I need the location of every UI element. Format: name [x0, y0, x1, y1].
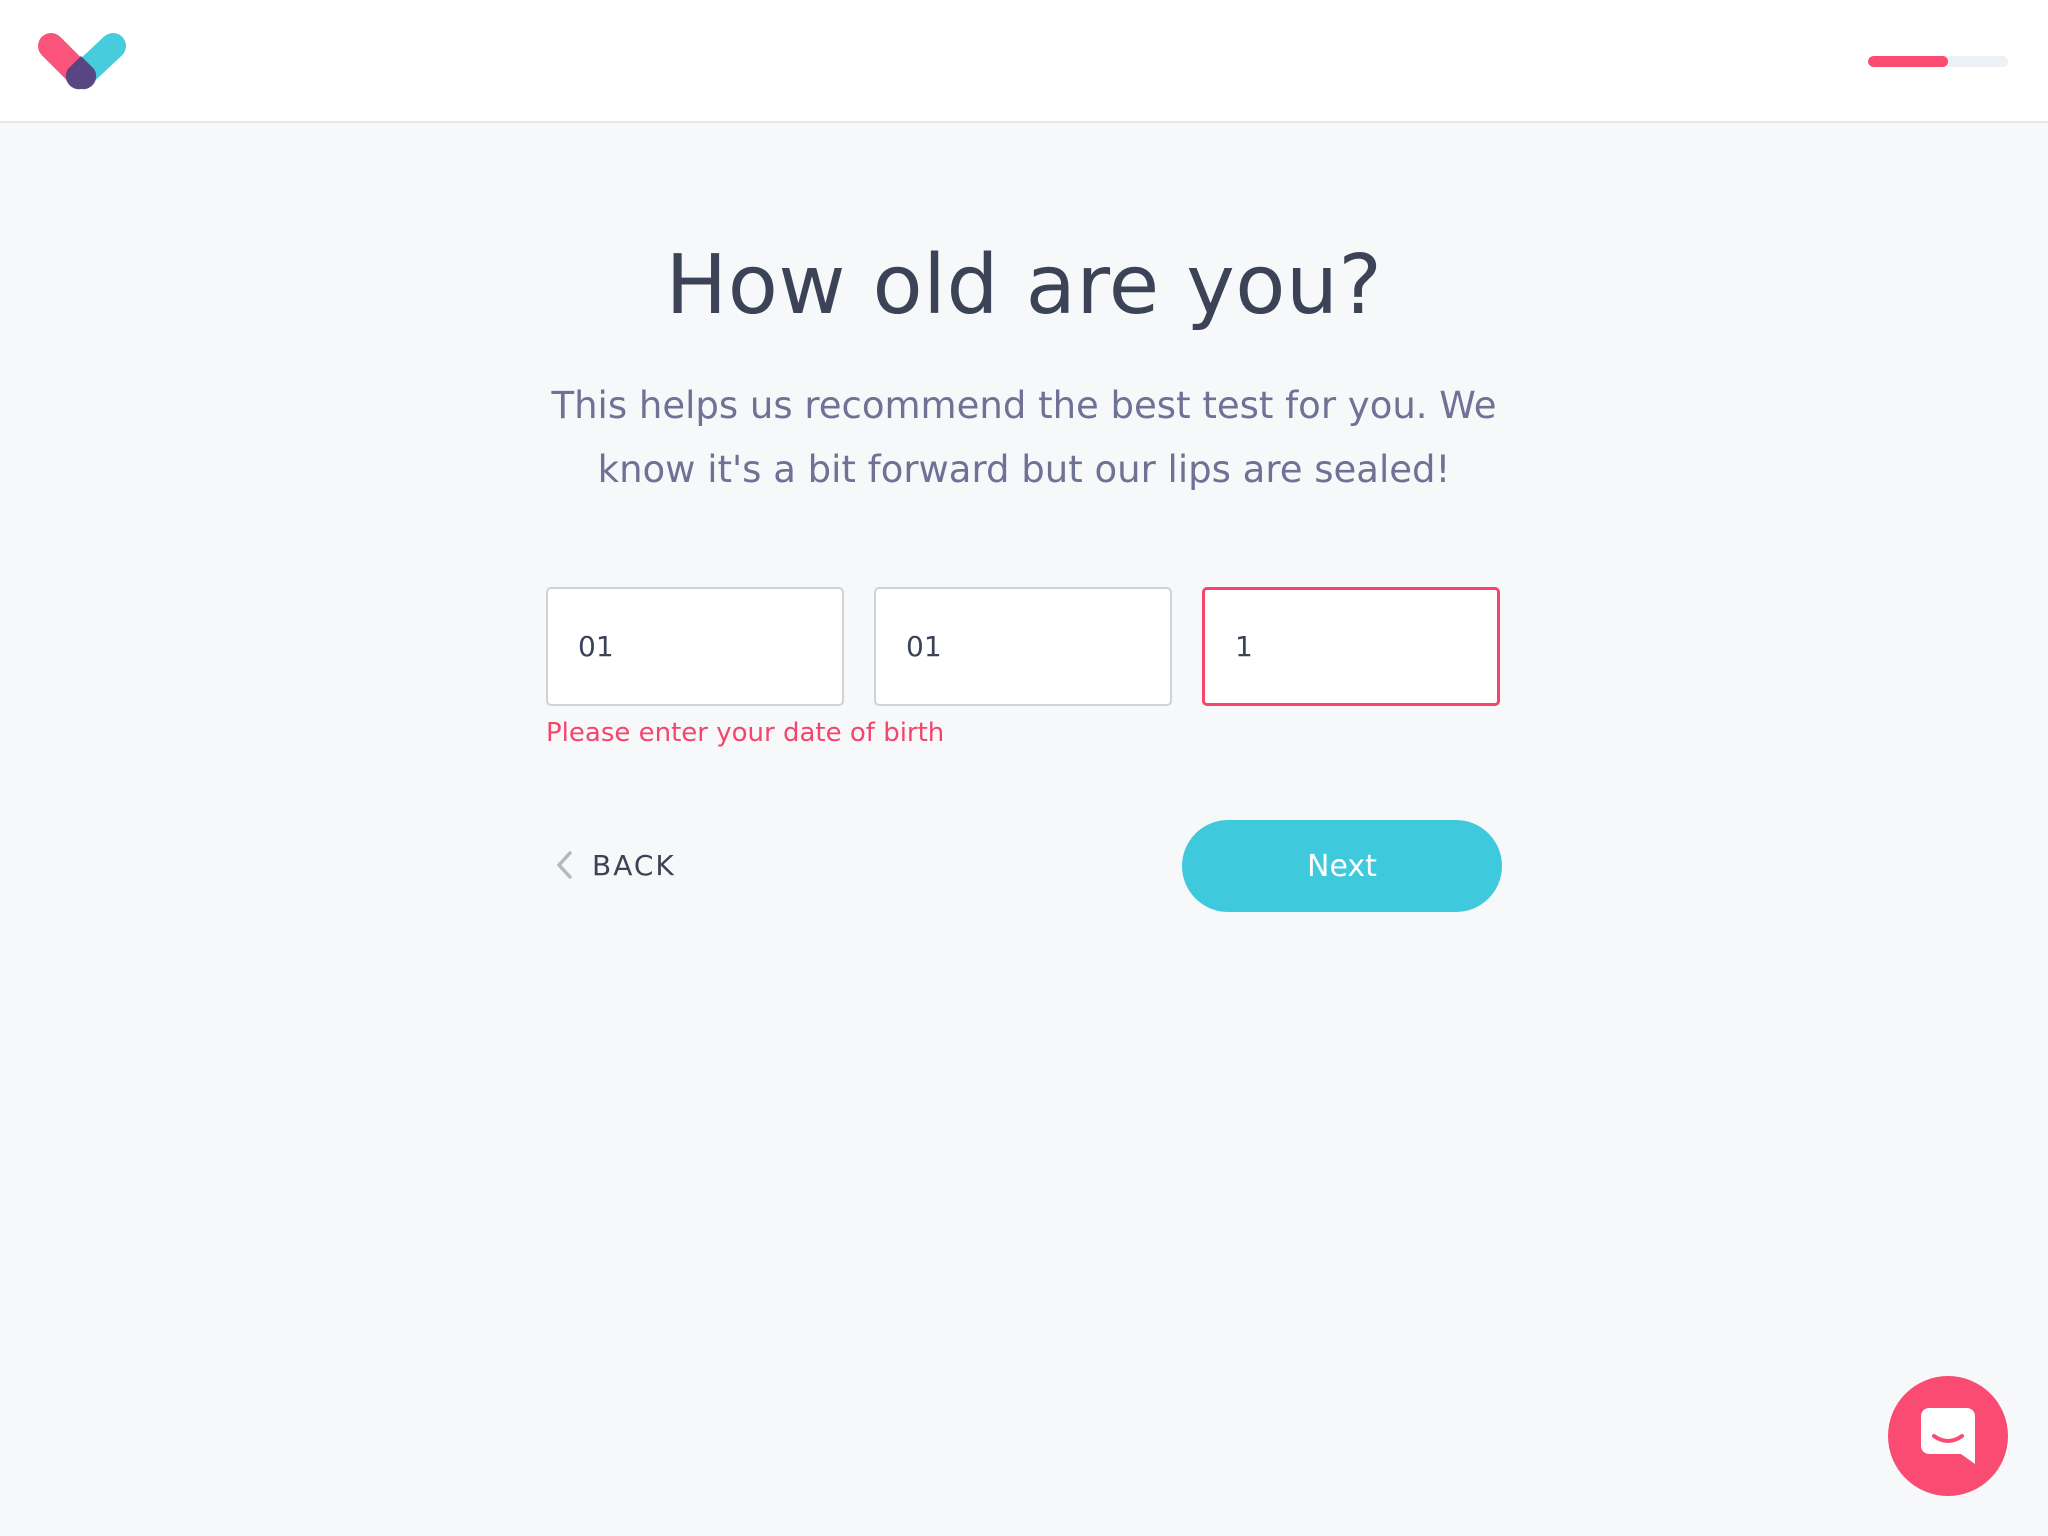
year-field[interactable]	[1202, 587, 1500, 706]
chat-launcher-button[interactable]	[1888, 1376, 2008, 1496]
next-button[interactable]: Next	[1182, 820, 1502, 912]
progress-bar	[1868, 56, 2008, 67]
day-field[interactable]	[546, 587, 844, 706]
progress-fill	[1868, 56, 1948, 67]
dob-error-message: Please enter your date of birth	[546, 718, 945, 748]
month-field[interactable]	[874, 587, 1172, 706]
chat-bubble-icon	[1921, 1408, 1975, 1464]
heart-logo-icon[interactable]	[38, 30, 126, 96]
page-title: How old are you?	[665, 238, 1383, 333]
back-button[interactable]: BACK	[550, 842, 676, 888]
top-bar	[0, 0, 2048, 123]
chevron-left-icon	[557, 851, 572, 879]
page-subtitle: This helps us recommend the best test fo…	[551, 384, 1497, 491]
back-label: BACK	[592, 848, 676, 882]
